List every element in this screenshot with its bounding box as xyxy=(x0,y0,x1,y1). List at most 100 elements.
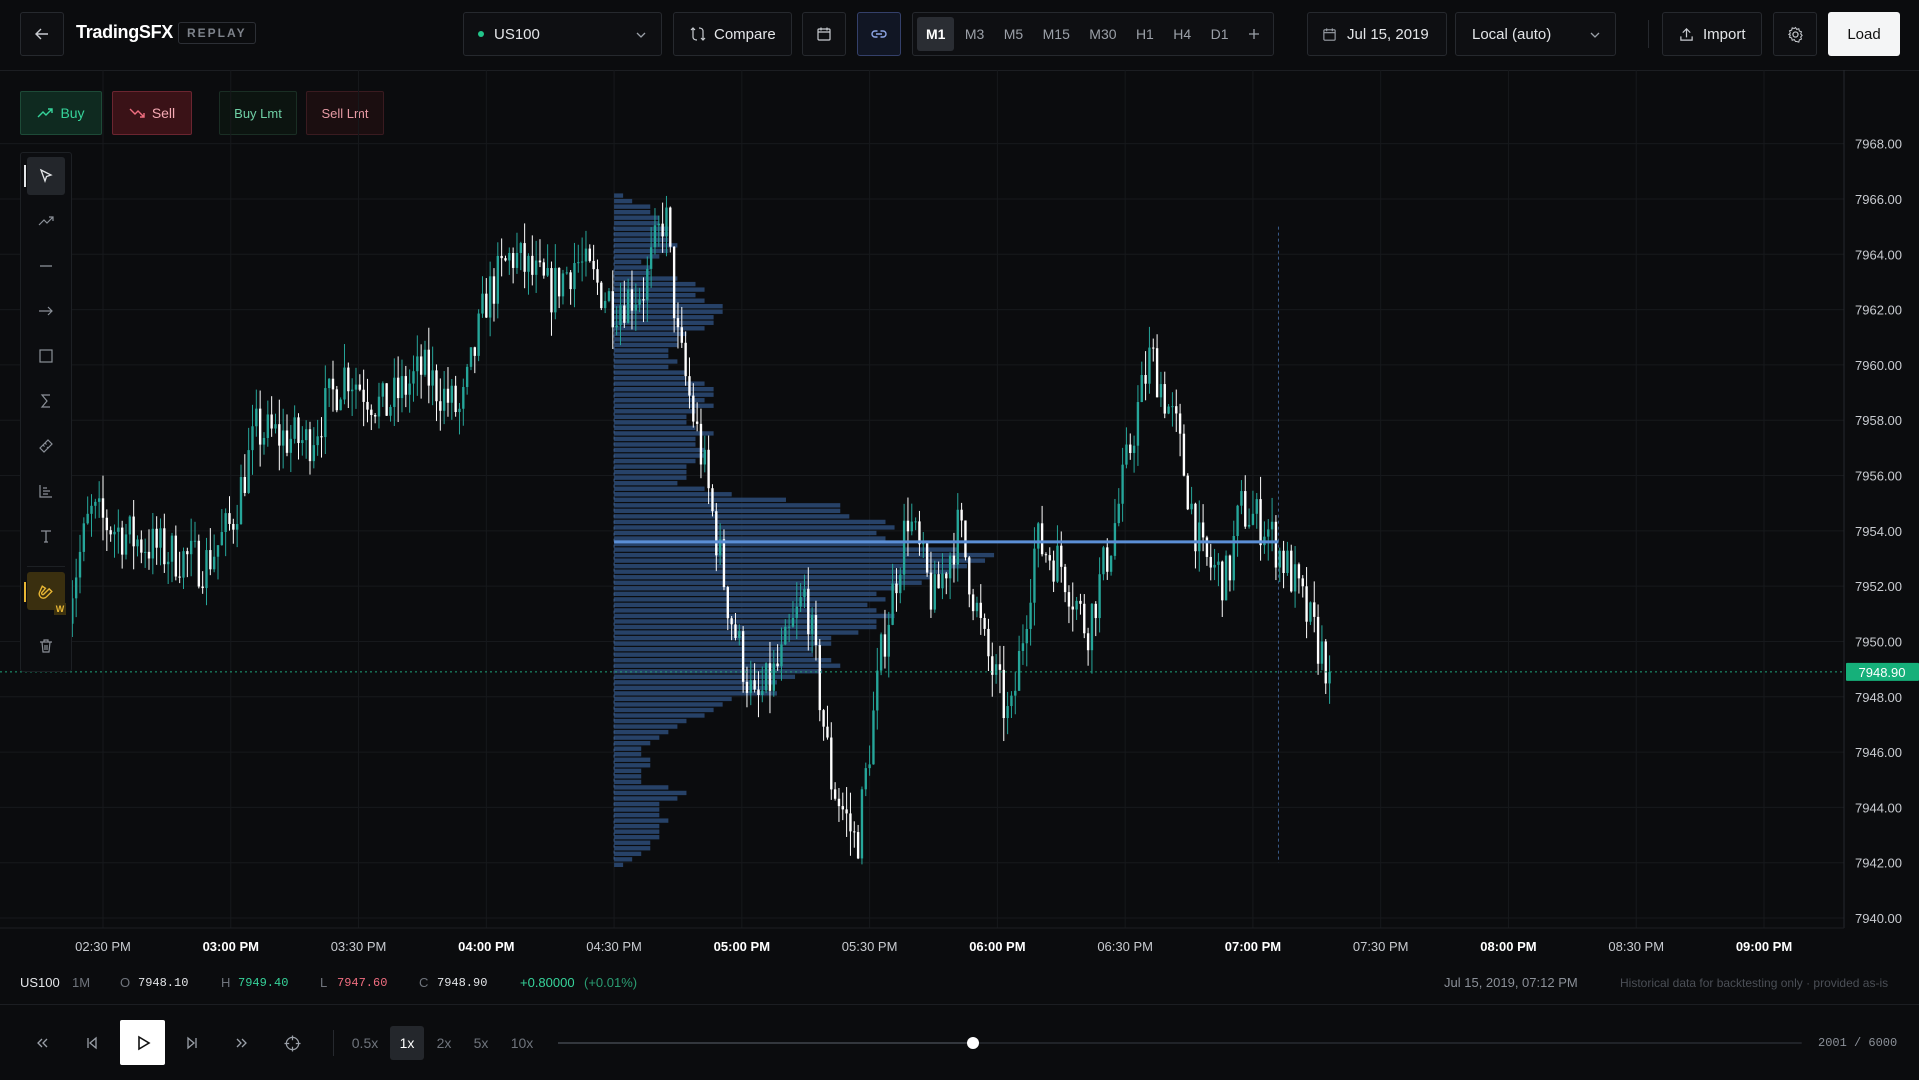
jump-to-crosshair-button[interactable] xyxy=(274,1026,310,1060)
playback-progress-thumb[interactable] xyxy=(967,1037,979,1049)
compare-icon xyxy=(690,26,706,42)
timeframe-m1[interactable]: M1 xyxy=(917,17,954,51)
step-forward-button[interactable] xyxy=(174,1026,210,1060)
add-timeframe-button[interactable] xyxy=(1239,17,1269,51)
timeframe-m30[interactable]: M30 xyxy=(1080,17,1125,51)
candle-body xyxy=(627,289,629,322)
divider xyxy=(1648,20,1649,48)
tool-rectangle[interactable] xyxy=(27,337,65,375)
candle-body xyxy=(715,511,717,555)
candle-body xyxy=(416,356,418,371)
timeframe-m5[interactable]: M5 xyxy=(995,17,1032,51)
candle-body xyxy=(677,318,679,327)
top-toolbar: TradingSFX REPLAY US100 Compare M1 M3 M5… xyxy=(0,0,1919,71)
compare-button[interactable]: Compare xyxy=(673,12,792,56)
candle-body xyxy=(1125,445,1127,465)
calendar-icon xyxy=(816,26,832,42)
drawing-toolbar: W xyxy=(20,152,72,672)
candle-body xyxy=(1137,402,1139,446)
profile-bar xyxy=(614,210,650,214)
profile-bar xyxy=(614,780,641,784)
settings-button[interactable] xyxy=(1773,12,1817,56)
timeframe-d1[interactable]: D1 xyxy=(1202,17,1238,51)
tool-text[interactable] xyxy=(27,517,65,555)
candle-body xyxy=(1164,384,1166,414)
speed-10x[interactable]: 10x xyxy=(502,1026,542,1060)
magnet-active-indicator xyxy=(24,582,26,602)
candle-body xyxy=(228,513,230,524)
symbol-selector[interactable]: US100 xyxy=(463,12,662,56)
tool-horizontal-line[interactable] xyxy=(27,247,65,285)
speed-5x[interactable]: 5x xyxy=(464,1026,498,1060)
timeframe-h1[interactable]: H1 xyxy=(1127,17,1163,51)
candle-body xyxy=(106,518,108,530)
tool-delete[interactable] xyxy=(27,627,65,665)
candle-body xyxy=(857,832,859,858)
tool-ruler[interactable] xyxy=(27,427,65,465)
back-button[interactable] xyxy=(20,12,64,56)
candle-body xyxy=(1179,413,1181,433)
tool-volume-profile[interactable] xyxy=(27,472,65,510)
candle-body xyxy=(324,388,326,437)
skip-back-icon xyxy=(85,1036,99,1050)
play-button[interactable] xyxy=(120,1020,165,1065)
tool-cursor[interactable] xyxy=(27,157,65,195)
candle-body xyxy=(711,488,713,511)
candle-body xyxy=(1198,522,1200,551)
time-tick-label: 04:30 PM xyxy=(586,939,642,954)
volume-profile xyxy=(614,193,1278,867)
speed-0.5x[interactable]: 0.5x xyxy=(345,1026,385,1060)
import-button[interactable]: Import xyxy=(1662,12,1762,56)
profile-bar xyxy=(614,232,668,236)
candle-body xyxy=(485,294,487,318)
candle-body xyxy=(891,584,893,625)
candle-body xyxy=(527,256,529,272)
candle-body xyxy=(819,645,821,710)
chart-grid xyxy=(0,70,1844,928)
speed-1x[interactable]: 1x xyxy=(390,1026,424,1060)
candle-body xyxy=(244,477,246,493)
calendar-toggle-button[interactable] xyxy=(802,12,846,56)
profile-bar xyxy=(614,752,641,756)
rewind-fast-button[interactable] xyxy=(24,1026,60,1060)
candle-body xyxy=(290,439,292,453)
timeframe-m15[interactable]: M15 xyxy=(1034,17,1079,51)
candle-body xyxy=(1206,537,1208,557)
candle-body xyxy=(826,727,828,738)
candle-body xyxy=(1210,557,1212,568)
speed-2x[interactable]: 2x xyxy=(428,1026,460,1060)
tool-sum[interactable] xyxy=(27,382,65,420)
candle-body xyxy=(186,551,188,554)
ray-icon xyxy=(38,303,54,319)
gear-icon xyxy=(1787,26,1804,43)
candle-body xyxy=(980,603,982,618)
divider xyxy=(333,1030,334,1056)
candle-body xyxy=(1114,523,1116,556)
candle-body xyxy=(305,429,307,440)
candle-body xyxy=(1129,445,1131,453)
playback-progress-track[interactable] xyxy=(558,1042,1802,1044)
candle-body xyxy=(638,299,640,305)
candle-body xyxy=(727,587,729,618)
step-back-button[interactable] xyxy=(74,1026,110,1060)
candle-body xyxy=(964,520,966,557)
date-picker[interactable]: Jul 15, 2019 xyxy=(1307,12,1447,56)
profile-bar xyxy=(614,813,659,817)
candle-body xyxy=(339,399,341,410)
candle-body xyxy=(1167,407,1169,414)
candle-body xyxy=(803,589,805,597)
profile-bar xyxy=(614,531,876,535)
price-chart[interactable]: 7948.90 7968.007966.007964.007962.007960… xyxy=(0,70,1919,964)
load-button[interactable]: Load xyxy=(1828,12,1900,56)
candle-body xyxy=(1037,523,1039,548)
sync-link-button[interactable] xyxy=(857,12,901,56)
timeframe-m3[interactable]: M3 xyxy=(956,17,993,51)
fast-forward-button[interactable] xyxy=(224,1026,260,1060)
timeframe-h4[interactable]: H4 xyxy=(1164,17,1200,51)
high-label: H xyxy=(221,975,230,990)
candle-body xyxy=(765,663,767,690)
candle-body xyxy=(374,415,376,416)
tool-trendline[interactable] xyxy=(27,202,65,240)
timezone-selector[interactable]: Local (auto) xyxy=(1455,12,1616,56)
tool-ray[interactable] xyxy=(27,292,65,330)
